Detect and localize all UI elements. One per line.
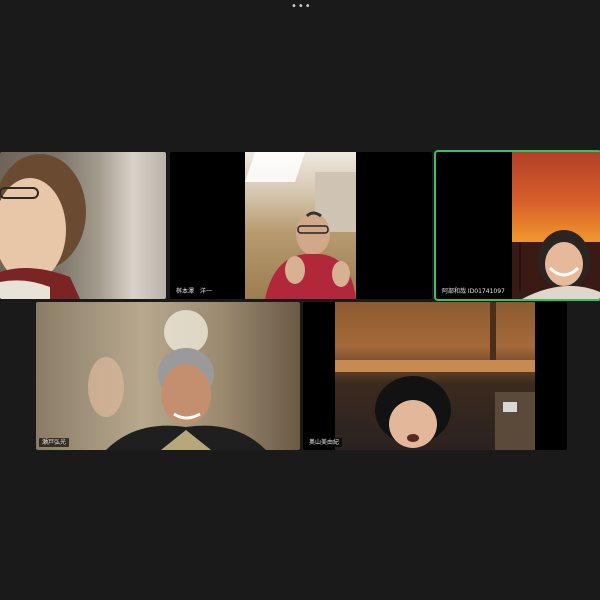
participant-tile[interactable]: 奥山美由紀: [303, 302, 567, 450]
video-gallery: ••• 桝本澤 洋一 阿部和哉 ID01741097 瀬戸弘光 奥山美由紀: [0, 0, 600, 600]
participant-video: [0, 152, 166, 299]
participant-tile[interactable]: [0, 152, 166, 299]
participant-tile[interactable]: 瀬戸弘光: [36, 302, 300, 450]
person-silhouette-icon: [245, 152, 356, 299]
person-silhouette-icon: [88, 310, 266, 450]
participant-tile-active-speaker[interactable]: 阿部和哉 ID01741097: [436, 152, 600, 299]
participant-name-label: 瀬戸弘光: [39, 438, 70, 447]
participant-name-label: 奥山美由紀: [306, 438, 343, 447]
participant-name-label: 桝本澤 洋一: [173, 287, 216, 296]
participant-video: [36, 302, 300, 450]
person-silhouette-icon: [335, 302, 535, 450]
participant-video: [245, 152, 356, 299]
more-options-button[interactable]: •••: [291, 2, 311, 12]
person-silhouette-icon: [0, 154, 86, 299]
participant-video: [335, 302, 535, 450]
participant-video: [512, 152, 600, 299]
person-silhouette-icon: [512, 230, 600, 299]
participant-tile[interactable]: 桝本澤 洋一: [170, 152, 432, 299]
participant-name-label: 阿部和哉 ID01741097: [439, 287, 508, 296]
